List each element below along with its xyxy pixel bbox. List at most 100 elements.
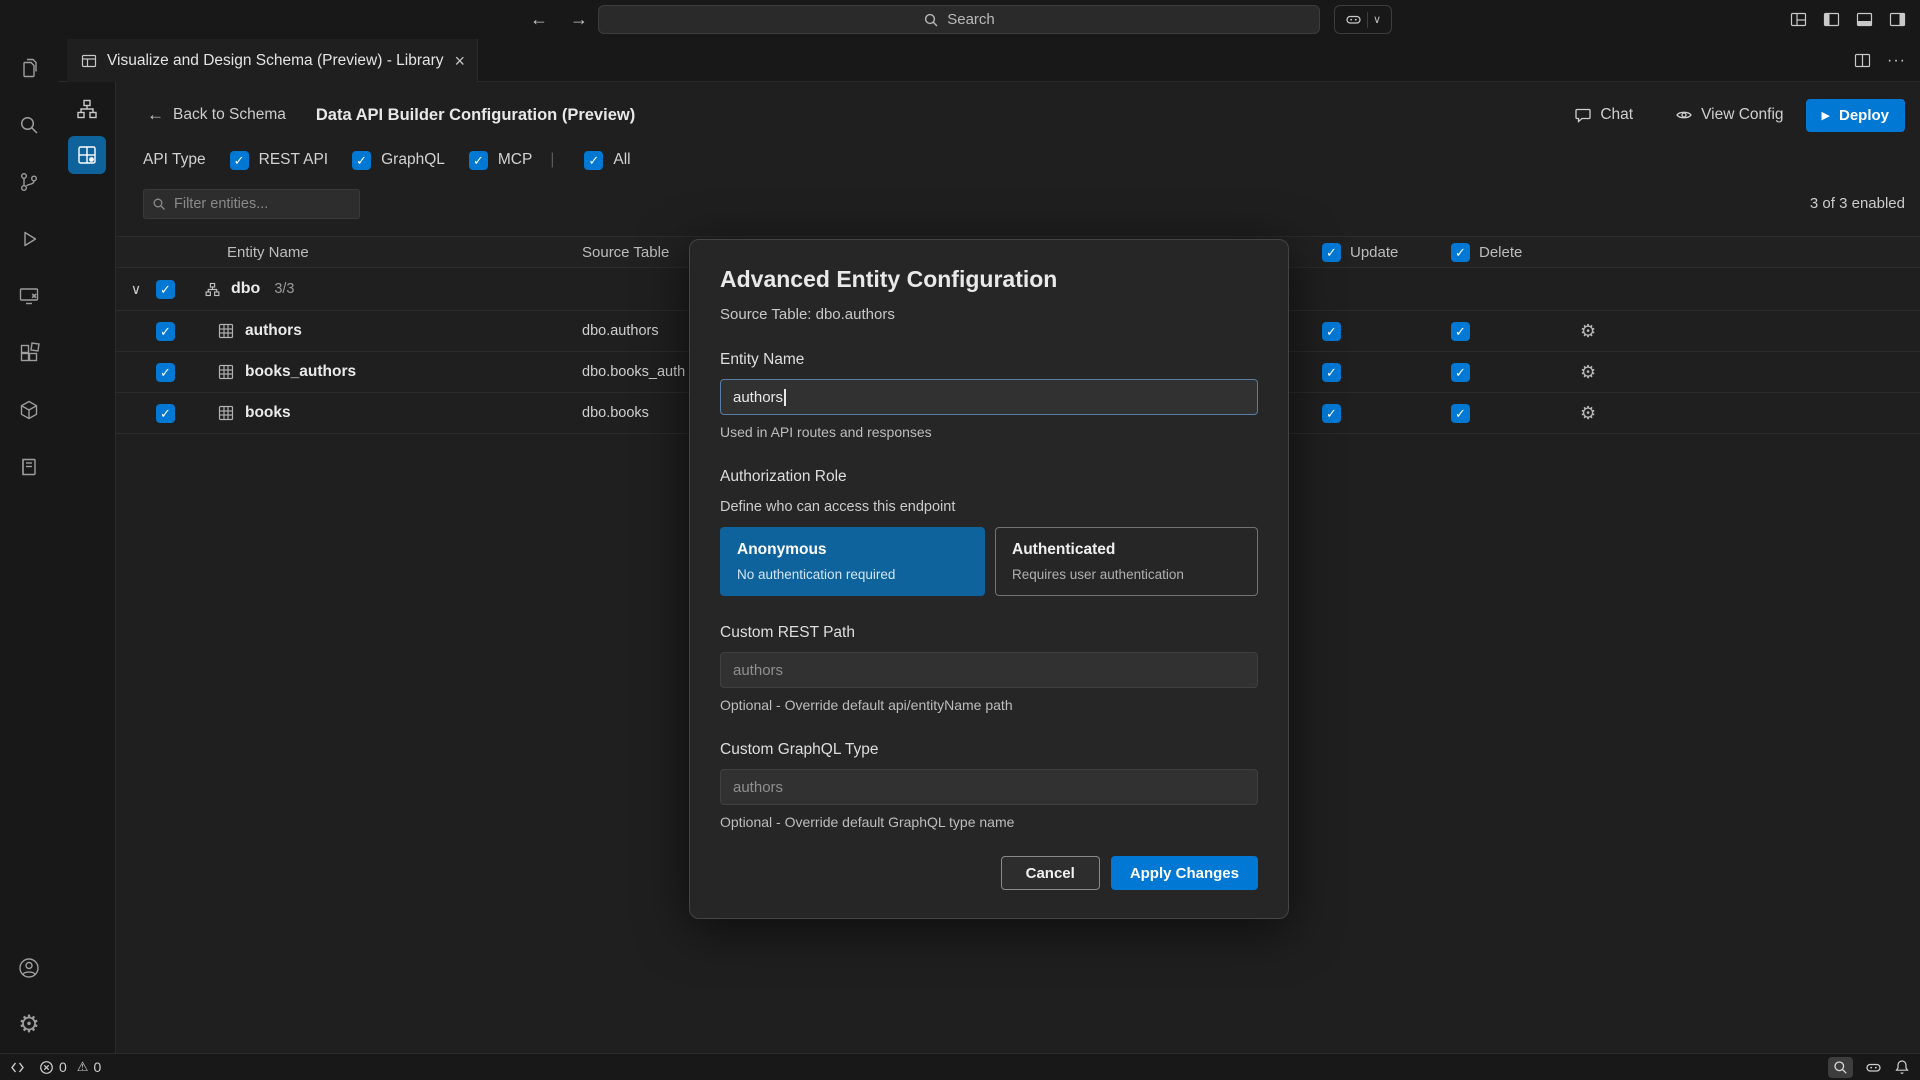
row-checkbox[interactable]: ✓ bbox=[156, 404, 175, 423]
column-delete: ✓ Delete bbox=[1451, 243, 1580, 262]
toggle-panel-icon[interactable] bbox=[1856, 11, 1873, 28]
tab-bar: Visualize and Design Schema (Preview) - … bbox=[58, 39, 1920, 82]
divider bbox=[1367, 12, 1368, 28]
check-icon: ✓ bbox=[234, 154, 245, 167]
eye-icon bbox=[1675, 106, 1693, 124]
tab-visualize-schema[interactable]: Visualize and Design Schema (Preview) - … bbox=[67, 39, 478, 82]
entity-name-help: Used in API routes and responses bbox=[720, 424, 1258, 440]
update-all-checkbox[interactable]: ✓ bbox=[1322, 243, 1341, 262]
notifications-bell-icon[interactable] bbox=[1894, 1059, 1910, 1075]
api-builder-icon[interactable] bbox=[68, 136, 106, 174]
copilot-status-icon[interactable] bbox=[1865, 1059, 1882, 1076]
chat-button[interactable]: Chat bbox=[1574, 106, 1633, 124]
close-icon[interactable]: × bbox=[454, 52, 465, 70]
authorization-role-label: Authorization Role bbox=[720, 468, 1258, 486]
graphql-label: GraphQL bbox=[381, 151, 445, 169]
checkbox[interactable]: ✓ bbox=[352, 151, 371, 170]
tab-label: Visualize and Design Schema (Preview) - … bbox=[107, 52, 444, 70]
entity-filter-input[interactable] bbox=[143, 189, 360, 219]
page-title: Data API Builder Configuration (Preview) bbox=[316, 106, 635, 125]
custom-graphql-type-input[interactable] bbox=[720, 769, 1258, 805]
custom-rest-path-input[interactable] bbox=[720, 652, 1258, 688]
remote-explorer-icon[interactable] bbox=[0, 267, 58, 324]
view-config-button[interactable]: View Config bbox=[1675, 106, 1783, 124]
entity-filter-wrap bbox=[143, 189, 360, 219]
search-icon bbox=[923, 12, 939, 28]
designer-toolbar bbox=[58, 82, 116, 1053]
update-checkbox[interactable]: ✓ bbox=[1322, 363, 1341, 382]
checkbox[interactable]: ✓ bbox=[230, 151, 249, 170]
split-editor-icon[interactable] bbox=[1854, 52, 1871, 69]
chevron-down-icon[interactable]: ∨ bbox=[131, 281, 141, 298]
chat-label: Chat bbox=[1600, 106, 1633, 124]
delete-checkbox[interactable]: ✓ bbox=[1451, 404, 1470, 423]
nav-forward-icon[interactable]: → bbox=[570, 9, 588, 30]
chat-icon bbox=[1574, 106, 1592, 124]
notebook-icon[interactable] bbox=[0, 438, 58, 495]
role-authenticated-card[interactable]: Authenticated Requires user authenticati… bbox=[995, 527, 1258, 596]
search-sidebar-icon[interactable] bbox=[0, 96, 58, 153]
status-bar: 0 ⚠ 0 bbox=[0, 1053, 1920, 1080]
delete-checkbox[interactable]: ✓ bbox=[1451, 322, 1470, 341]
remote-indicator-icon[interactable] bbox=[10, 1060, 25, 1075]
rest-api-checkbox[interactable]: ✓ REST API bbox=[230, 151, 329, 170]
apply-changes-button[interactable]: Apply Changes bbox=[1111, 856, 1258, 890]
schema-diagram-icon[interactable] bbox=[68, 90, 106, 128]
mcp-checkbox[interactable]: ✓ MCP bbox=[469, 151, 532, 170]
explorer-icon[interactable] bbox=[0, 39, 58, 96]
entity-filter-row: 3 of 3 enabled bbox=[116, 174, 1920, 219]
checkbox[interactable]: ✓ bbox=[469, 151, 488, 170]
toggle-secondary-sidebar-icon[interactable] bbox=[1889, 11, 1906, 28]
all-label: All bbox=[613, 151, 630, 169]
editor-actions: ··· bbox=[1854, 39, 1906, 82]
dialog-actions: Cancel Apply Changes bbox=[720, 856, 1258, 890]
mcp-label: MCP bbox=[498, 151, 532, 169]
errors-icon bbox=[39, 1060, 54, 1075]
settings-gear-icon[interactable]: ⚙ bbox=[0, 996, 58, 1053]
row-settings-gear-icon[interactable]: ⚙ bbox=[1580, 322, 1596, 340]
dialog-source-table: Source Table: dbo.authors bbox=[720, 306, 1258, 323]
row-checkbox[interactable]: ✓ bbox=[156, 322, 175, 341]
update-checkbox[interactable]: ✓ bbox=[1322, 404, 1341, 423]
title-bar: ← → Search ∨ bbox=[0, 0, 1920, 39]
row-settings-gear-icon[interactable]: ⚙ bbox=[1580, 404, 1596, 422]
zoom-indicator[interactable] bbox=[1828, 1057, 1853, 1078]
account-icon[interactable] bbox=[0, 939, 58, 996]
entity-name-input[interactable]: authors bbox=[720, 379, 1258, 415]
more-actions-icon[interactable]: ··· bbox=[1887, 52, 1906, 70]
role-cards: Anonymous No authentication required Aut… bbox=[720, 527, 1258, 596]
deploy-label: Deploy bbox=[1839, 107, 1889, 124]
delete-all-checkbox[interactable]: ✓ bbox=[1451, 243, 1470, 262]
extensions-icon[interactable] bbox=[0, 324, 58, 381]
custom-graphql-type-help: Optional - Override default GraphQL type… bbox=[720, 814, 1258, 830]
source-control-icon[interactable] bbox=[0, 153, 58, 210]
group-checkbox[interactable]: ✓ bbox=[156, 280, 175, 299]
delete-checkbox[interactable]: ✓ bbox=[1451, 363, 1470, 382]
text-caret bbox=[784, 389, 786, 406]
database-projects-icon[interactable] bbox=[0, 381, 58, 438]
checkbox[interactable]: ✓ bbox=[584, 151, 603, 170]
problems-indicator[interactable]: 0 ⚠ 0 bbox=[39, 1059, 101, 1075]
role-desc: Requires user authentication bbox=[1012, 567, 1241, 582]
back-to-schema-link[interactable]: ← Back to Schema bbox=[147, 105, 286, 125]
role-anonymous-card[interactable]: Anonymous No authentication required bbox=[720, 527, 985, 596]
run-debug-icon[interactable] bbox=[0, 210, 58, 267]
copilot-menu-button[interactable]: ∨ bbox=[1334, 5, 1392, 34]
row-checkbox[interactable]: ✓ bbox=[156, 363, 175, 382]
command-search-box[interactable]: Search bbox=[598, 5, 1320, 34]
update-checkbox[interactable]: ✓ bbox=[1322, 322, 1341, 341]
role-desc: No authentication required bbox=[737, 567, 968, 582]
nav-back-icon[interactable]: ← bbox=[530, 9, 548, 30]
table-icon bbox=[218, 323, 234, 339]
copilot-icon bbox=[1345, 11, 1362, 28]
toggle-primary-sidebar-icon[interactable] bbox=[1823, 11, 1840, 28]
cancel-button[interactable]: Cancel bbox=[1001, 856, 1100, 890]
deploy-button[interactable]: ▶ Deploy bbox=[1806, 99, 1905, 132]
customize-layout-icon[interactable] bbox=[1790, 11, 1807, 28]
search-icon bbox=[152, 197, 166, 211]
dialog-title: Advanced Entity Configuration bbox=[720, 266, 1258, 293]
all-checkbox[interactable]: ✓ All bbox=[584, 151, 630, 170]
graphql-checkbox[interactable]: ✓ GraphQL bbox=[352, 151, 445, 170]
view-config-label: View Config bbox=[1701, 106, 1783, 124]
row-settings-gear-icon[interactable]: ⚙ bbox=[1580, 363, 1596, 381]
